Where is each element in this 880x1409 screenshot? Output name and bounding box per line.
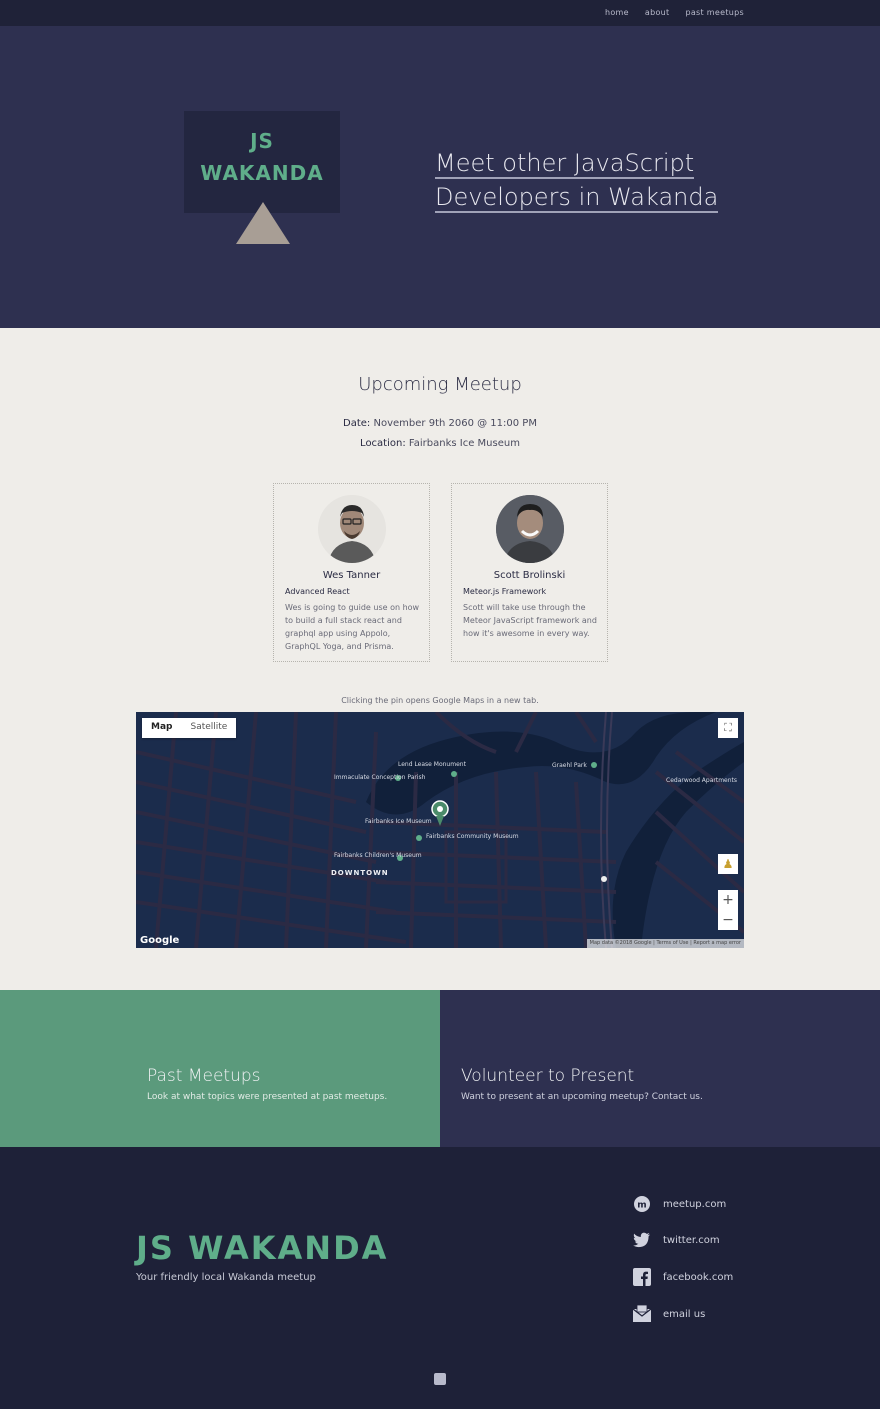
meetup-date: Date: November 9th 2060 @ 11:00 PM: [0, 418, 880, 429]
hero-title: Meet other JavaScript Developers in Waka…: [435, 146, 755, 214]
footer: JS WAKANDA Your friendly local Wakanda m…: [0, 1147, 880, 1409]
map-label: Cedarwood Apartments: [666, 777, 738, 784]
volunteer-title: Volunteer to Present: [461, 1066, 635, 1086]
upcoming-meetup-section: Upcoming Meetup Date: November 9th 2060 …: [0, 328, 880, 990]
past-meetups-title: Past Meetups: [147, 1066, 261, 1086]
zoom-control: + −: [718, 890, 738, 930]
map-type-toggle: Map Satellite: [142, 718, 237, 738]
location-value: Fairbanks Ice Museum: [408, 438, 520, 449]
avatar: [496, 495, 564, 563]
hero-section: JS WAKANDA Meet other JavaScript Develop…: [0, 26, 880, 328]
map-attribution[interactable]: Map data ©2018 Google | Terms of Use | R…: [586, 939, 744, 948]
map-tab-map[interactable]: Map: [142, 718, 181, 738]
volunteer-panel[interactable]: Volunteer to Present Want to present at …: [440, 990, 880, 1147]
twitter-link[interactable]: twitter.com: [632, 1230, 720, 1250]
speaker-topic: Advanced React: [285, 587, 350, 596]
map-label: DOWNTOWN: [331, 869, 389, 877]
past-meetups-subtitle: Look at what topics were presented at pa…: [147, 1092, 388, 1102]
speaker-card: Scott Brolinski Meteor.js Framework Scot…: [451, 483, 608, 662]
nav-home-link[interactable]: home: [605, 8, 629, 17]
nav-about-link[interactable]: about: [645, 8, 670, 17]
speaker-description: Wes is going to guide use on how to buil…: [285, 603, 420, 651]
hero-logo-line2: WAKANDA: [200, 161, 324, 185]
email-icon: [632, 1304, 652, 1324]
map-note: Clicking the pin opens Google Maps in a …: [341, 696, 539, 705]
speaker-name: Wes Tanner: [322, 570, 381, 581]
facebook-icon: [632, 1267, 652, 1287]
meetup-location: Location: Fairbanks Ice Museum: [0, 438, 880, 449]
footer-tagline: Your friendly local Wakanda meetup: [136, 1272, 316, 1283]
hero-title-line2: Developers in Wakanda: [435, 183, 719, 213]
hero-logo-line1: JS: [250, 129, 274, 153]
map-tab-satellite[interactable]: Satellite: [181, 718, 236, 738]
top-nav: home about past meetups: [0, 0, 880, 26]
map-label: Fairbanks Community Museum: [426, 833, 519, 840]
email-label: email us: [663, 1308, 706, 1320]
map-label: Lend Lease Monument: [398, 761, 466, 768]
speaker-description: Scott will take use through the Meteor J…: [463, 603, 597, 638]
google-map[interactable]: Lend Lease Monument Immaculate Conceptio…: [136, 712, 744, 948]
street-view-icon[interactable]: ♟: [718, 854, 738, 874]
speaker-card: Wes Tanner Advanced React Wes is going t…: [273, 483, 430, 662]
date-value: November 9th 2060 @ 11:00 PM: [373, 418, 537, 429]
date-label: Date:: [343, 418, 371, 429]
location-label: Location:: [360, 438, 406, 449]
footer-logo: JS WAKANDA: [136, 1229, 389, 1267]
zoom-out-button[interactable]: −: [718, 910, 738, 930]
fullscreen-icon[interactable]: ⛶: [718, 718, 738, 738]
logo-triangle: [236, 202, 290, 244]
meetup-link[interactable]: m meetup.com: [632, 1194, 726, 1214]
map-label: Fairbanks Children's Museum: [334, 852, 422, 859]
footer-badge-icon: [434, 1373, 446, 1385]
map-label: Immaculate Conception Parish: [334, 774, 426, 781]
twitter-icon: [632, 1230, 652, 1250]
speaker-topic: Meteor.js Framework: [463, 587, 547, 596]
speaker-name: Scott Brolinski: [493, 570, 566, 581]
meetup-label: meetup.com: [663, 1198, 727, 1210]
avatar: [318, 495, 386, 563]
meetup-title: Upcoming Meetup: [358, 374, 522, 395]
nav-links: home about past meetups: [605, 8, 744, 17]
google-logo: Google: [140, 935, 180, 946]
past-meetups-panel[interactable]: Past Meetups Look at what topics were pr…: [0, 990, 440, 1147]
map-label: Graehl Park: [552, 762, 587, 769]
hero-logo: JS WAKANDA: [184, 111, 340, 213]
hero-title-line1: Meet other JavaScript: [435, 149, 695, 179]
svg-text:m: m: [637, 1201, 646, 1211]
facebook-label: facebook.com: [663, 1271, 734, 1283]
meetup-icon: m: [632, 1194, 652, 1214]
map-streets: [136, 712, 744, 948]
zoom-in-button[interactable]: +: [718, 890, 738, 910]
twitter-label: twitter.com: [663, 1234, 720, 1246]
email-link[interactable]: email us: [632, 1304, 705, 1324]
facebook-link[interactable]: facebook.com: [632, 1267, 733, 1287]
volunteer-subtitle: Want to present at an upcoming meetup? C…: [461, 1092, 703, 1102]
nav-past-meetups-link[interactable]: past meetups: [685, 8, 744, 17]
map-label: Fairbanks Ice Museum: [365, 818, 432, 825]
